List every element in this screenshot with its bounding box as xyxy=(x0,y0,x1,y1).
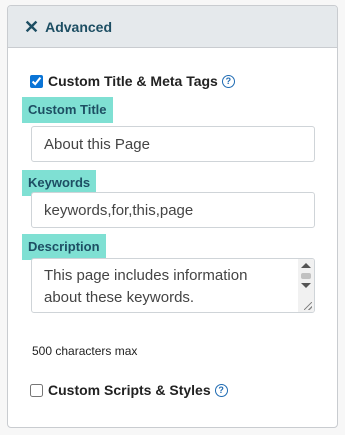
description-field[interactable]: This page includes information about the… xyxy=(31,258,315,313)
resize-grip-icon[interactable] xyxy=(304,302,312,310)
meta-tags-label: Custom Title & Meta Tags xyxy=(48,73,218,89)
scroll-down-icon[interactable] xyxy=(301,283,311,288)
scroll-up-icon[interactable] xyxy=(301,263,311,268)
panel-title: Advanced xyxy=(45,18,113,35)
advanced-panel: ✕ Advanced Custom Title & Meta Tags ? Cu… xyxy=(7,5,338,428)
help-icon[interactable]: ? xyxy=(214,383,228,397)
advanced-panel-header[interactable]: ✕ Advanced xyxy=(8,6,337,48)
description-hint: 500 characters max xyxy=(32,344,138,358)
scripts-styles-toggle[interactable]: Custom Scripts & Styles ? xyxy=(30,382,228,398)
scripts-styles-label: Custom Scripts & Styles xyxy=(48,382,211,398)
description-textarea[interactable]: This page includes information about the… xyxy=(32,259,294,312)
close-icon[interactable]: ✕ xyxy=(24,18,39,36)
scripts-styles-checkbox[interactable] xyxy=(30,383,43,397)
description-label: Description xyxy=(22,234,106,260)
custom-title-input[interactable] xyxy=(31,126,315,162)
scroll-thumb[interactable] xyxy=(301,273,311,279)
meta-tags-toggle[interactable]: Custom Title & Meta Tags ? xyxy=(30,73,235,89)
help-icon[interactable]: ? xyxy=(221,74,235,88)
custom-title-label: Custom Title xyxy=(22,97,113,123)
meta-tags-checkbox[interactable] xyxy=(30,74,43,88)
keywords-input[interactable] xyxy=(31,192,315,228)
